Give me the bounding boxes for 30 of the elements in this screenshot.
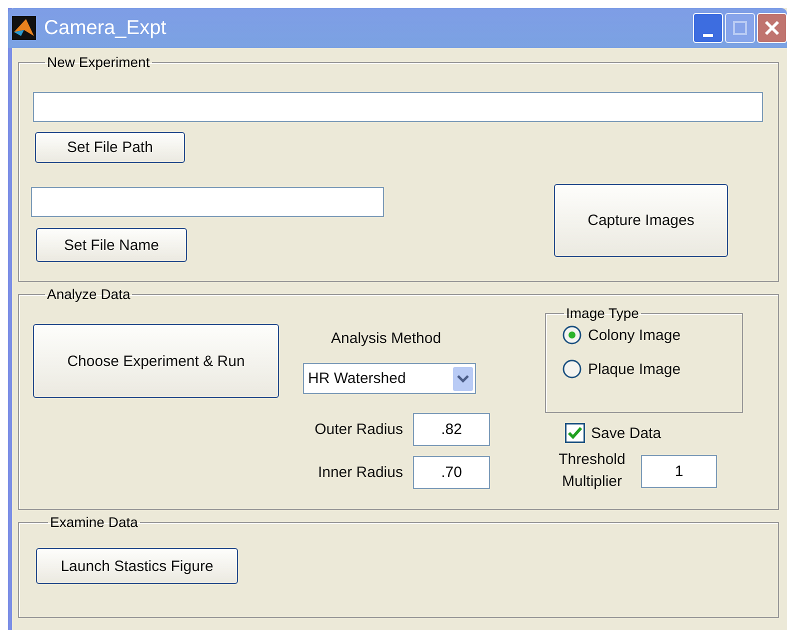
threshold-multiplier-label: Threshold Multiplier: [558, 450, 626, 492]
image-type-radio[interactable]: Plaque Image: [562, 359, 681, 379]
analysis-method-label: Analysis Method: [331, 330, 442, 347]
threshold-field[interactable]: 1: [641, 454, 717, 488]
launch-statistics-figure-button[interactable]: Launch Stastics Figure: [36, 548, 238, 584]
set-file-name-button[interactable]: Set File Name: [36, 228, 187, 262]
maximize-icon: [733, 21, 747, 35]
file-path-field[interactable]: [33, 92, 763, 122]
app-logo-icon: [12, 16, 36, 40]
close-icon: [764, 20, 780, 36]
analysis-method-dropdown[interactable]: HR Watershed: [303, 363, 476, 394]
minimize-icon: [703, 34, 713, 36]
radius-label: Inner Radius: [318, 464, 403, 481]
file-name-field[interactable]: [31, 187, 384, 217]
close-button[interactable]: [757, 13, 787, 43]
choose-experiment-run-button[interactable]: Choose Experiment & Run: [33, 324, 279, 398]
save-data-checkbox[interactable]: Save Data: [565, 423, 662, 443]
capture-images-button[interactable]: Capture Images: [554, 184, 728, 257]
radius-label: Outer Radius: [314, 421, 403, 438]
minimize-button[interactable]: [693, 13, 723, 43]
group-title: Image Type: [565, 305, 640, 321]
window-title: Camera_Expt: [44, 16, 166, 40]
maximize-button[interactable]: [725, 13, 755, 43]
panel-title: Examine Data: [49, 514, 139, 530]
image-type-radio[interactable]: Colony Image: [562, 325, 681, 345]
radius-field[interactable]: .82: [413, 413, 490, 446]
set-file-path-button[interactable]: Set File Path: [35, 132, 185, 163]
radius-field[interactable]: .70: [413, 456, 490, 489]
panel-title: New Experiment: [46, 54, 151, 70]
panel-title: Analyze Data: [46, 286, 132, 302]
